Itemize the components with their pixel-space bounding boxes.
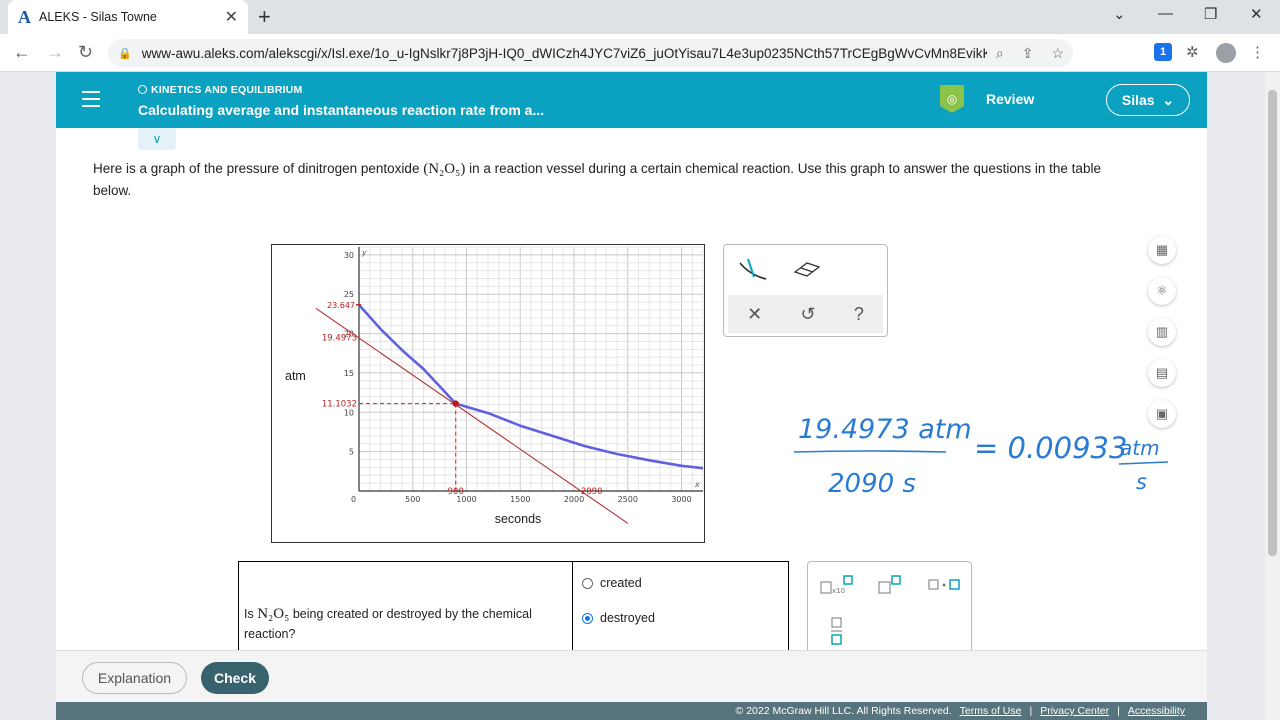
review-button[interactable]: Review: [986, 91, 1034, 107]
undo-icon[interactable]: ↺: [800, 304, 815, 325]
bar-chart-icon[interactable]: ▥: [1148, 318, 1176, 346]
question-text: Here is a graph of the pressure of dinit…: [93, 161, 1101, 198]
new-tab-icon[interactable]: +: [258, 4, 271, 30]
handwritten-denominator: 2090 s: [828, 469, 916, 499]
help-question-icon[interactable]: ?: [854, 304, 864, 325]
annotation-y-point: 11.1032: [322, 400, 357, 410]
formula-n2o5: (N₂O₅): [423, 161, 466, 177]
aleks-page: KINETICS AND EQUILIBRIUM Calculating ave…: [56, 72, 1207, 702]
puzzle-extensions-icon[interactable]: ✲: [1186, 43, 1199, 61]
scientific-notation-button[interactable]: x10: [820, 574, 856, 596]
tab-bar: A ALEKS - Silas Towne ✕ + ⌄ — ❐ ✕: [0, 0, 1280, 34]
explanation-button[interactable]: Explanation: [82, 662, 187, 694]
math-input-pad: x10: [807, 561, 972, 661]
y-tick-label: 15: [344, 369, 354, 378]
window-close-icon[interactable]: ✕: [1250, 5, 1263, 23]
toolbox-actions: ✕ ↺ ?: [728, 295, 883, 333]
close-tab-icon[interactable]: ✕: [225, 7, 238, 27]
radio-destroyed[interactable]: destroyed: [582, 611, 655, 625]
x-tick-label: 2500: [618, 495, 638, 504]
x-tick-label: 500: [405, 495, 420, 504]
clear-x-icon[interactable]: ✕: [747, 304, 762, 325]
menu-kebab-icon[interactable]: ⋮: [1250, 43, 1265, 61]
x-tick-label: 3000: [671, 495, 691, 504]
graph-panel: x y 0 500 1000 1500 2000 2500 3000 5 10 15 20 25 30 sec…: [271, 244, 705, 543]
tangent-point: [452, 400, 459, 407]
user-menu-button[interactable]: Silas ⌄: [1106, 84, 1190, 116]
handwritten-numerator: 19.4973 atm: [798, 414, 972, 445]
table-question: Is N₂O₅ being created or destroyed by th…: [244, 606, 532, 641]
extension-badge-icon[interactable]: 1: [1154, 43, 1172, 61]
graph-toolbox: ✕ ↺ ?: [723, 244, 888, 337]
accessibility-link[interactable]: Accessibility: [1128, 705, 1185, 717]
terms-link[interactable]: Terms of Use: [960, 705, 1022, 717]
check-button[interactable]: Check: [201, 662, 269, 694]
lock-icon: 🔒: [118, 47, 132, 60]
annotation-x-point: 900: [448, 487, 464, 497]
zoom-icon[interactable]: ⌕: [996, 45, 1004, 62]
page-scrollbar[interactable]: [1265, 72, 1280, 720]
handwritten-result: = 0.00933: [974, 431, 1127, 465]
bookmark-star-icon[interactable]: ☆: [1051, 45, 1064, 62]
scrollbar-thumb[interactable]: [1268, 90, 1277, 556]
copyright-text: © 2022 McGraw Hill LLC. All Rights Reser…: [735, 705, 952, 717]
profile-avatar[interactable]: [1216, 43, 1236, 63]
atom-icon[interactable]: ⚛: [1148, 277, 1176, 305]
x-axis-label: seconds: [495, 512, 542, 526]
tangent-tool-icon[interactable]: [738, 257, 768, 287]
eraser-icon[interactable]: [792, 257, 822, 287]
minimize-icon[interactable]: —: [1158, 5, 1173, 22]
aleks-logo-icon: A: [18, 6, 31, 27]
answer-table: Is N₂O₅ being created or destroyed by th…: [238, 561, 789, 662]
multiply-dot-button[interactable]: [928, 576, 962, 594]
radio-dot-created[interactable]: [582, 577, 593, 589]
fraction-button[interactable]: [830, 616, 844, 646]
restore-icon[interactable]: ❐: [1204, 5, 1217, 23]
y-axis-letter: y: [361, 248, 367, 257]
chevron-down-icon[interactable]: ⌄: [1113, 5, 1126, 23]
calculator-icon[interactable]: ▦: [1148, 236, 1176, 264]
footer-action-bar: Explanation Check: [56, 650, 1207, 702]
annotation-y-start: 23.647: [327, 301, 355, 310]
aleks-header: KINETICS AND EQUILIBRIUM Calculating ave…: [56, 72, 1207, 128]
forward-icon[interactable]: →: [46, 42, 64, 63]
reload-icon[interactable]: ↻: [78, 42, 93, 63]
y-tick-label: 25: [344, 290, 354, 299]
tab-title: ALEKS - Silas Towne: [39, 10, 157, 24]
x-axis-letter: x: [694, 480, 700, 489]
progress-circle-icon: [138, 85, 147, 94]
privacy-link[interactable]: Privacy Center: [1040, 705, 1109, 717]
review-shield-icon[interactable]: ◎: [940, 85, 964, 113]
x-tick-label: 1500: [510, 495, 530, 504]
y-tick-label: 5: [349, 448, 354, 457]
back-icon[interactable]: ←: [13, 42, 31, 63]
copyright-bar: © 2022 McGraw Hill LLC. All Rights Reser…: [56, 702, 1207, 720]
radio-created[interactable]: created: [582, 576, 642, 590]
handwritten-unit-num: atm: [1120, 436, 1160, 460]
y-tick-label: 30: [344, 251, 354, 260]
collapse-header-chevron-icon[interactable]: ∨: [138, 128, 176, 150]
reference-text-icon[interactable]: ▤: [1148, 359, 1176, 387]
x-tick-label: 0: [351, 495, 356, 504]
svg-text:x10: x10: [832, 587, 845, 595]
superscript-button[interactable]: [878, 574, 904, 596]
share-icon[interactable]: ⇪: [1022, 45, 1034, 62]
url-text: www-awu.aleks.com/alekscgi/x/Isl.exe/1o_…: [141, 45, 987, 61]
radio-dot-destroyed[interactable]: [582, 612, 593, 624]
browser-tab[interactable]: A ALEKS - Silas Towne ✕: [8, 0, 248, 34]
annotation-x-intercept: 2090: [581, 487, 603, 497]
handwritten-unit-den: s: [1136, 470, 1147, 494]
chevron-down-icon: ⌄: [1162, 91, 1175, 108]
annotation-y-intercept: 19.4973: [322, 334, 357, 344]
y-tick-label: 10: [344, 408, 354, 417]
url-field[interactable]: 🔒 www-awu.aleks.com/alekscgi/x/Isl.exe/1…: [108, 39, 1073, 67]
handwritten-calculation: 19.4973 atm 2090 s = 0.00933 atm s: [786, 402, 1206, 507]
pressure-time-chart[interactable]: xy0 500 1000 1500 2000 2500 300051015202530sec…: [272, 245, 706, 544]
address-bar: ← → ↻ 🔒 www-awu.aleks.com/alekscgi/x/Isl…: [0, 34, 1280, 72]
lesson-title: Calculating average and instantaneous re…: [138, 102, 545, 118]
hamburger-menu-icon[interactable]: [82, 91, 100, 112]
y-axis-label: atm: [285, 369, 306, 383]
topic-label: KINETICS AND EQUILIBRIUM: [138, 84, 302, 96]
